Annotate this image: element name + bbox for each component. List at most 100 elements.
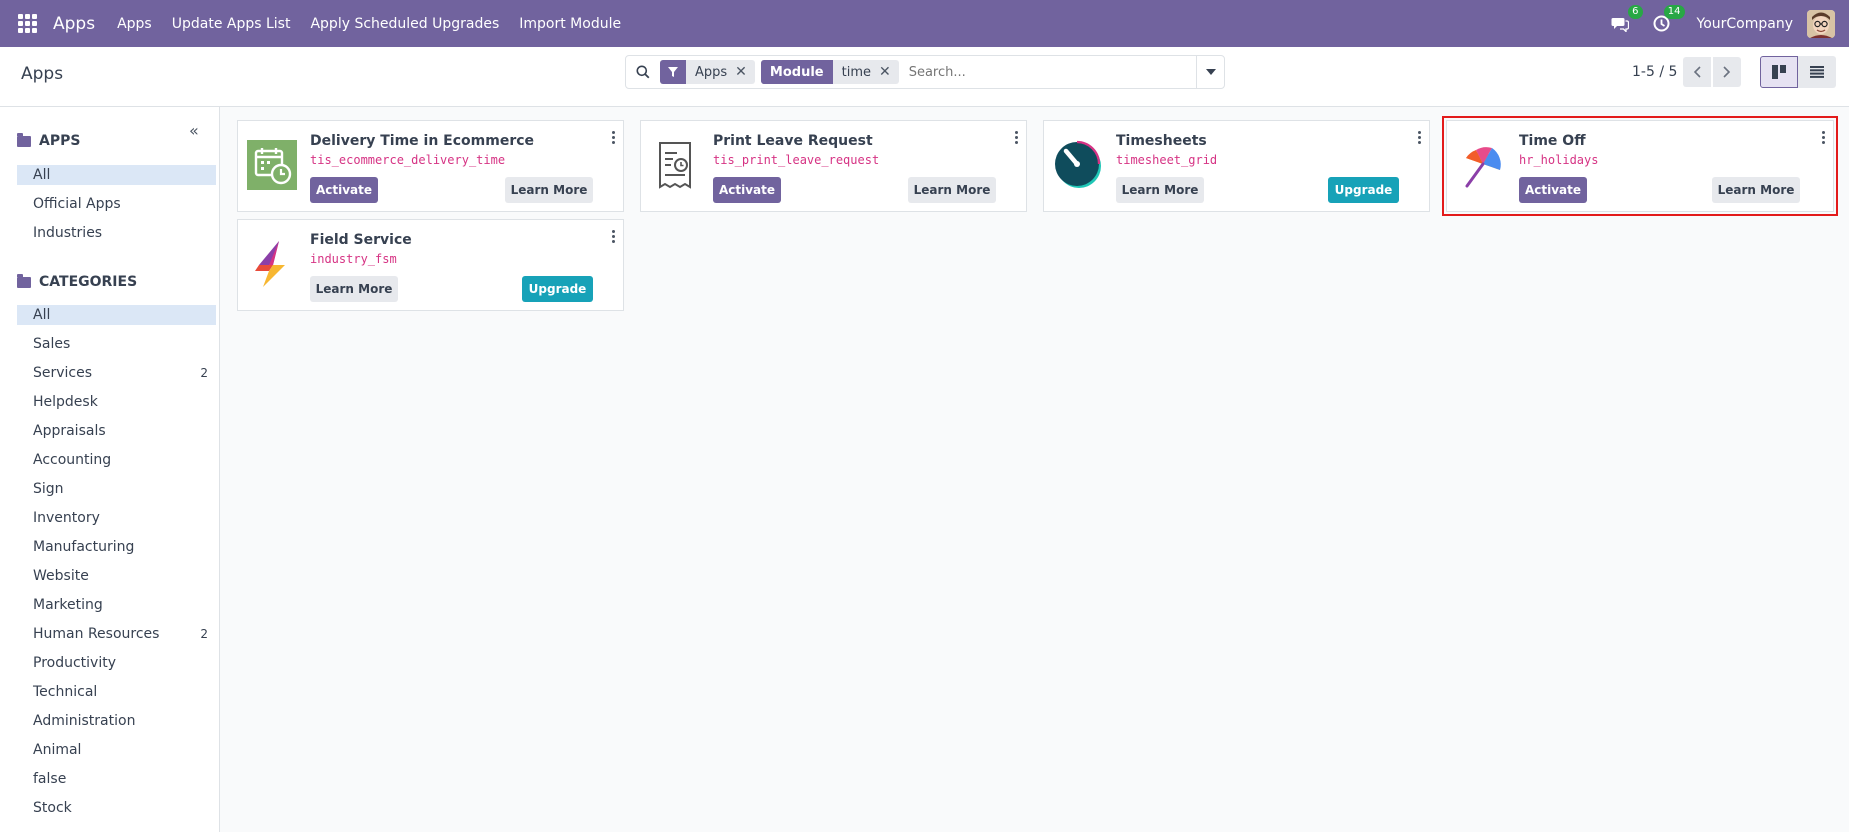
sidebar-item-marketing[interactable]: Marketing [17,595,216,615]
app-card-time-off[interactable]: Time Off hr_holidays Activate Learn More [1442,116,1838,216]
navbar-brand[interactable]: Apps [53,14,95,34]
learn-more-button[interactable]: Learn More [505,177,593,203]
calendar-clock-icon [246,139,298,191]
sidebar-item-label: Human Resources [33,626,160,642]
sidebar-item-label: Sign [33,481,64,497]
categories-section-header: CATEGORIES [17,273,138,290]
sidebar-item-stock[interactable]: Stock [17,798,216,818]
apps-section-header: APPS [17,132,81,149]
activate-button[interactable]: Activate [713,177,781,203]
kanban-view-button[interactable] [1760,56,1798,88]
sidebar-item-sign[interactable]: Sign [17,479,216,499]
kebab-menu-icon[interactable] [1821,131,1825,146]
pager-previous-button[interactable] [1683,57,1711,87]
sidebar-item-services[interactable]: Services 2 [17,363,216,383]
search-icon[interactable] [626,65,660,79]
app-technical-name: industry_fsm [310,252,397,266]
sidebar-item-label: Marketing [33,597,103,613]
kebab-menu-icon[interactable] [1014,131,1018,146]
chevron-left-icon [1693,66,1701,78]
menu-apps[interactable]: Apps [117,16,152,32]
sidebar-item-label: Administration [33,713,136,729]
sidebar-item-label: Website [33,568,89,584]
sidebar-item-false[interactable]: false [17,769,216,789]
app-card-timesheets[interactable]: Timesheets timesheet_grid Learn More Upg… [1043,120,1430,212]
company-switcher[interactable]: YourCompany [1697,16,1794,32]
sidebar-item-label: Accounting [33,452,112,468]
sidebar-item-productivity[interactable]: Productivity [17,653,216,673]
app-card-print-leave-request[interactable]: Print Leave Request tis_print_leave_requ… [640,120,1027,212]
sidebar-item-website[interactable]: Website [17,566,216,586]
activities-button[interactable]: 14 [1651,4,1685,35]
sidebar-item-appraisals[interactable]: Appraisals [17,421,216,441]
app-menu-icon[interactable] [18,13,38,34]
receipt-icon [649,139,701,191]
top-navbar: Apps Apps Update Apps List Apply Schedul… [0,0,1849,47]
breadcrumb: Apps [21,64,64,84]
sidebar-item-label: Official Apps [33,196,121,212]
search-options-toggle[interactable] [1196,56,1224,88]
list-view-button[interactable] [1798,56,1836,88]
messages-button[interactable]: 6 [1609,4,1643,35]
sidebar-item-official-apps[interactable]: Official Apps [17,194,216,214]
caret-down-icon [1205,69,1216,75]
sidebar-item-label: Manufacturing [33,539,135,555]
kebab-menu-icon[interactable] [611,131,615,146]
app-card-delivery-time[interactable]: Delivery Time in Ecommerce tis_ecommerce… [237,120,624,212]
section-title: CATEGORIES [39,274,138,290]
control-panel: Apps Apps ✕ Module time ✕ 1-5 / 5 [0,47,1849,107]
sidebar-item-label: All [33,167,51,183]
menu-update-apps-list[interactable]: Update Apps List [172,16,291,32]
app-title: Print Leave Request [713,133,873,149]
sidebar-item-label: Animal [33,742,82,758]
sidebar-item-manufacturing[interactable]: Manufacturing [17,537,216,557]
learn-more-button[interactable]: Learn More [908,177,996,203]
facet-value: Apps [695,64,728,80]
kebab-menu-icon[interactable] [1417,131,1421,146]
collapse-sidebar-icon[interactable]: « [189,121,199,140]
app-card-field-service[interactable]: Field Service industry_fsm Learn More Up… [237,219,624,311]
learn-more-button[interactable]: Learn More [1116,177,1204,203]
remove-facet-icon[interactable]: ✕ [879,64,899,80]
activities-badge: 14 [1663,4,1685,19]
sidebar-item-animal[interactable]: Animal [17,740,216,760]
sidebar-item-human-resources[interactable]: Human Resources 2 [17,624,216,644]
sidebar-item-category-all[interactable]: All [17,305,216,325]
app-title: Field Service [310,232,412,248]
pager-value[interactable]: 1-5 / 5 [1632,64,1677,80]
app-technical-name: hr_holidays [1519,153,1599,167]
activate-button[interactable]: Activate [310,177,378,203]
learn-more-button[interactable]: Learn More [310,276,398,302]
pager-next-button[interactable] [1713,57,1741,87]
sidebar-item-inventory[interactable]: Inventory [17,508,216,528]
folder-icon [17,132,31,147]
sidebar-item-label: Services [33,365,93,381]
learn-more-button[interactable]: Learn More [1712,177,1800,203]
sidebar-item-sales[interactable]: Sales [17,334,216,354]
sidebar-item-helpdesk[interactable]: Helpdesk [17,392,216,412]
sidebar-item-all-apps[interactable]: All [17,165,216,185]
sidebar-item-label: Sales [33,336,71,352]
upgrade-button[interactable]: Upgrade [522,276,593,302]
sidebar-item-label: Appraisals [33,423,106,439]
sidebar-item-technical[interactable]: Technical [17,682,216,702]
sidebar-item-label: All [33,307,51,323]
activate-button[interactable]: Activate [1519,177,1587,203]
remove-facet-icon[interactable]: ✕ [735,64,755,80]
menu-apply-scheduled-upgrades[interactable]: Apply Scheduled Upgrades [310,16,499,32]
search-facet-apps: Apps ✕ [660,60,755,84]
user-avatar[interactable] [1807,9,1835,38]
kebab-menu-icon[interactable] [611,230,615,245]
menu-import-module[interactable]: Import Module [519,16,621,32]
sidebar-item-administration[interactable]: Administration [17,711,216,731]
section-title: APPS [39,133,81,149]
search-bar[interactable]: Apps ✕ Module time ✕ [625,55,1225,89]
app-title: Timesheets [1116,133,1207,149]
avatar-face-icon [1807,9,1835,38]
sidebar-item-industries[interactable]: Industries [17,223,216,243]
upgrade-button[interactable]: Upgrade [1328,177,1399,203]
sidebar-item-label: Industries [33,225,103,241]
sidebar-item-accounting[interactable]: Accounting [17,450,216,470]
search-input[interactable] [904,57,1196,87]
sidebar-item-label: Productivity [33,655,116,671]
